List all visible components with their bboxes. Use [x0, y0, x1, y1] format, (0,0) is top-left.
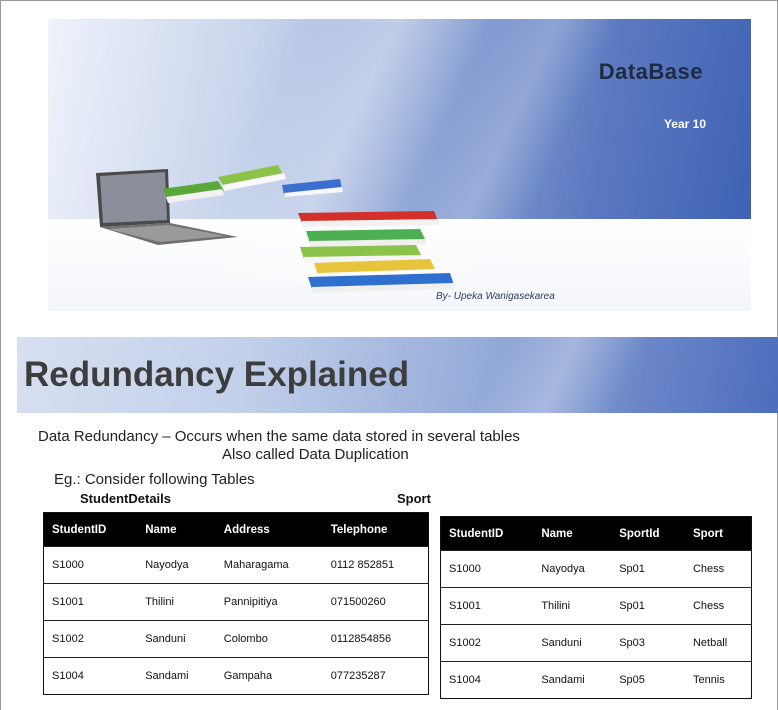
table-cell: Thilini	[533, 587, 612, 625]
table-cell: Colombo	[215, 620, 323, 658]
table-row: S1000 Nayodya Sp01 Chess	[440, 550, 752, 588]
table-cell: Chess	[684, 550, 752, 588]
table-cell: S1000	[43, 546, 138, 584]
table-cell: Thilini	[137, 583, 216, 621]
table-row: S1004 Sandami Sp05 Tennis	[440, 661, 752, 699]
sport-caption: Sport	[397, 491, 431, 506]
table-row: S1000 Nayodya Maharagama 0112 852851	[43, 546, 429, 584]
table-cell: Sp01	[611, 550, 685, 588]
table-cell: S1002	[440, 624, 534, 662]
table-cell: Sandami	[533, 661, 612, 699]
table-cell: S1000	[440, 550, 534, 588]
table-header-row: StudentID Name SportId Sport	[440, 516, 752, 551]
table-cell: Chess	[684, 587, 752, 625]
table-header-row: StudentID Name Address Telephone	[43, 512, 429, 547]
table-row: S1001 Thilini Pannipitiya 071500260	[43, 583, 429, 621]
table-row: S1001 Thilini Sp01 Chess	[440, 587, 752, 625]
book-stack-icon	[298, 211, 454, 293]
slide-author: By- Upeka Wanigasekarea	[436, 291, 555, 302]
column-header: Address	[215, 512, 323, 547]
table-cell: Nayodya	[137, 546, 216, 584]
table-cell: S1004	[43, 657, 138, 695]
column-header: SportId	[611, 516, 685, 551]
laptop-icon	[96, 169, 238, 245]
student-details-caption: StudentDetails	[80, 491, 172, 506]
table-cell: Sanduni	[137, 620, 216, 658]
table-cell: Nayodya	[533, 550, 612, 588]
document-frame: DataBase Year 10 By- Upeka Wanigasekarea…	[0, 0, 778, 710]
slide-subtitle: Year 10	[663, 117, 706, 131]
column-header: StudentID	[440, 516, 534, 551]
table-cell: 077235287	[322, 657, 429, 695]
laptop-books-illustration	[96, 165, 454, 293]
definition-text: Data Redundancy – Occurs when the same d…	[38, 428, 520, 445]
section-title: Redundancy Explained	[24, 355, 410, 394]
example-text: Eg.: Consider following Tables	[54, 471, 255, 488]
table-cell: Maharagama	[215, 546, 323, 584]
definition-alias-text: Also called Data Duplication	[222, 446, 409, 463]
table-cell: Sp03	[611, 624, 685, 662]
table-cell: 0112 852851	[322, 546, 429, 584]
student-details-table: StudentID Name Address Telephone S1000 N…	[43, 512, 429, 695]
table-cell: Gampaha	[215, 657, 323, 695]
table-cell: Pannipitiya	[215, 583, 323, 621]
table-cell: Sandami	[137, 657, 216, 695]
sport-table: StudentID Name SportId Sport S1000 Nayod…	[440, 516, 752, 699]
table-cell: Sp05	[611, 661, 685, 699]
slide-title: DataBase	[598, 59, 703, 84]
table-cell: Sanduni	[533, 624, 612, 662]
table-row: S1002 Sanduni Sp03 Netball	[440, 624, 752, 662]
table-cell: S1001	[440, 587, 534, 625]
table-row: S1002 Sanduni Colombo 0112854856	[43, 620, 429, 658]
table-cell: Sp01	[611, 587, 685, 625]
table-row: S1004 Sandami Gampaha 077235287	[43, 657, 429, 695]
column-header: StudentID	[43, 512, 138, 547]
title-slide: DataBase Year 10 By- Upeka Wanigasekarea	[48, 19, 751, 311]
table-cell: S1002	[43, 620, 138, 658]
table-cell: Netball	[684, 624, 752, 662]
table-cell: 071500260	[322, 583, 429, 621]
table-cell: S1004	[440, 661, 534, 699]
column-header: Telephone	[322, 512, 429, 547]
column-header: Name	[137, 512, 216, 547]
table-cell: 0112854856	[322, 620, 429, 658]
column-header: Sport	[684, 516, 752, 551]
column-header: Name	[533, 516, 612, 551]
table-cell: Tennis	[684, 661, 752, 699]
table-cell: S1001	[43, 583, 138, 621]
flying-books-icon	[162, 165, 343, 203]
